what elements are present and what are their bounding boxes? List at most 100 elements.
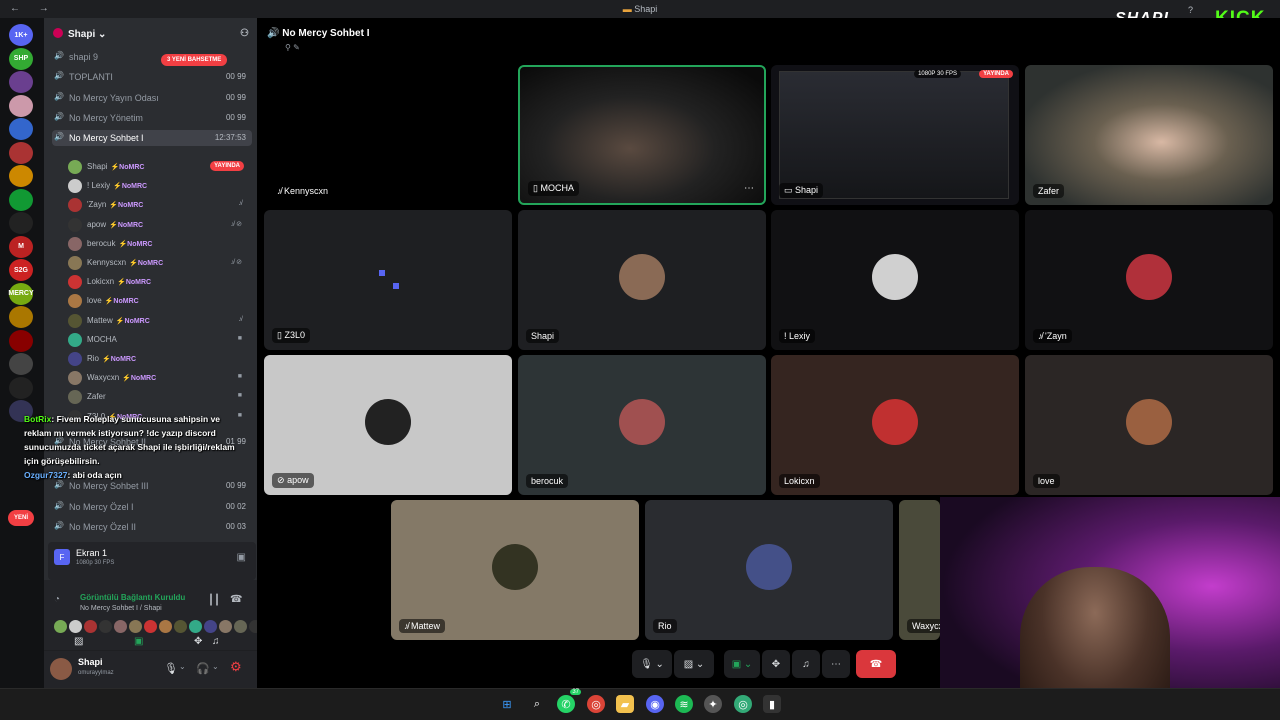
start-icon[interactable]: ⊞: [498, 695, 516, 713]
mini-avatar[interactable]: [54, 620, 67, 633]
new-badge[interactable]: YENİ: [8, 510, 34, 526]
soundboard-button-icon[interactable]: ♫: [212, 636, 220, 647]
participant-tile[interactable]: ♪̸ Mattew: [391, 500, 639, 640]
app-icon-2[interactable]: ▮: [763, 695, 781, 713]
camera-button[interactable]: ▨ ⌄: [674, 650, 714, 678]
participant-tile[interactable]: Waxycx: [899, 500, 940, 640]
chrome-icon[interactable]: ◎: [587, 695, 605, 713]
headset-icon[interactable]: 🎧: [196, 662, 210, 675]
mini-avatar[interactable]: [234, 620, 247, 633]
voice-user[interactable]: Kennyscxn ⚡NoMRC ♪̸ ⊘: [68, 254, 250, 272]
participant-tile[interactable]: ⊘ apow: [264, 355, 512, 495]
voice-user[interactable]: Rio ⚡NoMRC: [68, 350, 250, 368]
soundboard-button[interactable]: ♫: [792, 650, 820, 678]
mini-avatar[interactable]: [99, 620, 112, 633]
search-icon[interactable]: ⌕: [528, 695, 546, 713]
activities-icon[interactable]: ✥: [194, 636, 202, 647]
camera-off-icon[interactable]: ▨: [74, 636, 83, 647]
screen-share-icon[interactable]: ▣: [134, 636, 143, 647]
server-icon[interactable]: [9, 188, 33, 211]
app-icon[interactable]: ✦: [704, 695, 722, 713]
mini-avatar[interactable]: [84, 620, 97, 633]
new-mentions-pill[interactable]: 3 YENİ BAHSETME: [161, 54, 228, 66]
participant-tile[interactable]: Zafer: [1025, 65, 1273, 205]
mini-avatar[interactable]: [159, 620, 172, 633]
voice-user[interactable]: 'Zayn ⚡NoMRC ♪̸: [68, 196, 250, 214]
spotify-icon[interactable]: ≋: [675, 695, 693, 713]
mini-avatar[interactable]: [204, 620, 217, 633]
participant-tile[interactable]: ♪̸ Kennyscxn: [264, 65, 512, 205]
server-icon[interactable]: SHP: [9, 47, 33, 70]
stop-stream-icon[interactable]: ▣: [237, 552, 246, 563]
voice-user[interactable]: MOCHA ■: [68, 331, 250, 349]
voice-channel[interactable]: 🔊 No Mercy Sohbet I 12:37:53: [52, 130, 252, 147]
participant-tile[interactable]: Rio: [645, 500, 893, 640]
soundboard-icon[interactable]: ┃┃: [208, 595, 220, 606]
participant-tile[interactable]: berocuk: [518, 355, 766, 495]
disconnect-icon[interactable]: ☎: [230, 594, 242, 605]
mini-avatar[interactable]: [114, 620, 127, 633]
voice-channel[interactable]: 🔊 No Mercy Özel II 00 03: [52, 519, 252, 535]
whatsapp-icon[interactable]: ✆ 37: [557, 689, 581, 713]
voice-user[interactable]: Mattew ⚡NoMRC ♪̸: [68, 312, 250, 330]
server-icon[interactable]: [9, 71, 33, 93]
voice-user[interactable]: apow ⚡NoMRC ♪̸ ⊘: [68, 216, 250, 234]
server-icon[interactable]: [9, 94, 33, 117]
avatar[interactable]: [50, 658, 72, 680]
discord-icon[interactable]: ◉: [646, 695, 664, 713]
mic-chevron-icon[interactable]: ⌄: [179, 662, 186, 671]
server-icon[interactable]: S2G: [9, 259, 33, 281]
voice-channel-path[interactable]: No Mercy Sohbet I / Shapi: [80, 605, 162, 612]
mini-avatar[interactable]: [144, 620, 157, 633]
mini-avatar[interactable]: [69, 620, 82, 633]
server-icon[interactable]: MERCY: [8, 282, 34, 305]
mini-avatar[interactable]: [219, 620, 232, 633]
share-screen-button[interactable]: ▣ ⌄: [724, 650, 760, 678]
participant-tile[interactable]: ! Lexiy: [771, 210, 1019, 350]
participant-tile[interactable]: 1080P 30 FPS YAYINDA ▭ Shapi: [771, 65, 1019, 205]
server-icon[interactable]: [9, 306, 33, 328]
server-icon[interactable]: [9, 212, 33, 234]
more-options-button[interactable]: ⋯: [822, 650, 850, 678]
server-icon[interactable]: [9, 141, 33, 164]
mini-avatar[interactable]: [189, 620, 202, 633]
voice-channel[interactable]: 🔊 TOPLANTI 00 99: [52, 69, 252, 85]
participant-tile[interactable]: ⋯ ▯ MOCHA: [518, 65, 766, 205]
activities-button[interactable]: ✥: [762, 650, 790, 678]
leave-call-button[interactable]: ☎: [856, 650, 896, 678]
mini-avatar[interactable]: [129, 620, 142, 633]
participant-tile[interactable]: Lokicxn: [771, 355, 1019, 495]
participant-tile[interactable]: ▯ Z3L0: [264, 210, 512, 350]
voice-user[interactable]: ! Lexiy ⚡NoMRC: [68, 177, 250, 195]
server-icon[interactable]: [9, 118, 33, 140]
participant-tile[interactable]: love: [1025, 355, 1273, 495]
voice-channel[interactable]: 🔊 No Mercy Özel I 00 02: [52, 499, 252, 515]
mini-avatar[interactable]: [249, 620, 257, 633]
stream-panel[interactable]: F Ekran 1 1080p 30 FPS ▣: [48, 542, 256, 580]
participant-tile[interactable]: Shapi: [518, 210, 766, 350]
voice-user[interactable]: Lokicxn ⚡NoMRC: [68, 273, 250, 291]
voice-user[interactable]: Zafer ■: [68, 388, 250, 406]
settings-gear-icon[interactable]: ⚙: [230, 659, 242, 675]
mic-icon[interactable]: 🎙: [164, 662, 178, 675]
headset-chevron-icon[interactable]: ⌄: [212, 662, 219, 671]
server-icon[interactable]: [9, 353, 33, 375]
voice-user[interactable]: Shapi ⚡NoMRC YAYINDA: [68, 158, 250, 176]
voice-channel[interactable]: 🔊 No Mercy Yayın Odası 00 99: [52, 90, 252, 106]
server-icon[interactable]: [9, 165, 33, 187]
voice-channel[interactable]: 🔊 No Mercy Yönetim 00 99: [52, 110, 252, 126]
voice-user[interactable]: Waxycxn ⚡NoMRC ■: [68, 369, 250, 387]
mute-button[interactable]: 🎙 ⌄: [632, 650, 672, 678]
voice-user[interactable]: berocuk ⚡NoMRC: [68, 235, 250, 253]
mini-avatar[interactable]: [174, 620, 187, 633]
add-member-icon[interactable]: ⚇: [240, 28, 249, 39]
chrome-alt-icon[interactable]: ◎: [734, 695, 752, 713]
guild-header[interactable]: Shapi ⌄ ⚇: [44, 18, 257, 50]
participant-tile[interactable]: ♪̸ 'Zayn: [1025, 210, 1273, 350]
file-explorer-icon[interactable]: ▰: [616, 695, 634, 713]
help-icon[interactable]: ?: [1188, 5, 1193, 15]
server-icon[interactable]: 1K+: [9, 24, 33, 46]
server-icon[interactable]: M: [9, 235, 33, 258]
voice-user[interactable]: love ⚡NoMRC: [68, 292, 250, 310]
server-icon[interactable]: [9, 376, 33, 399]
